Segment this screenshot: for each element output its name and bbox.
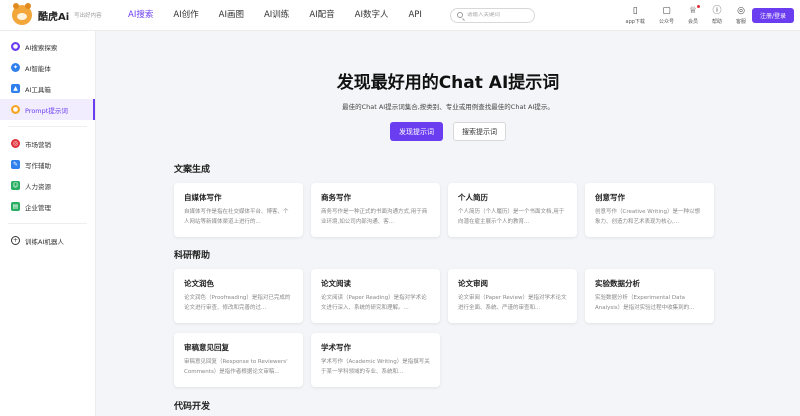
top-navbar: 酷虎Ai 写出好内容 AI搜索 AI创作 AI画图 AI训练 AI配音 AI数字… (0, 0, 800, 31)
pen-icon: ✎ (11, 160, 20, 169)
plus-circle-icon: + (11, 236, 20, 245)
sidebar-item-enterprise[interactable]: ▤ 企业管理 (0, 196, 95, 217)
section-title-research: 科研帮助 (174, 251, 211, 261)
main-content: 发现最好用的Chat AI提示词 最佳的Chat AI提示词集合,按类别、专业或… (96, 31, 800, 416)
sidebar-item-train-bot[interactable]: + 训练AI机器人 (0, 230, 95, 251)
target-icon: ◎ (11, 139, 20, 148)
prompt-card[interactable]: 个人简历 个人简历（个人履历）是一个书面文档,用于向潜在雇主展示个人的教育... (448, 183, 577, 237)
prompt-icon: ● (11, 105, 20, 114)
discover-prompts-button[interactable]: 发现提示词 (390, 122, 443, 141)
wechat-icon: ▢ (662, 6, 671, 16)
hero-buttons: 发现提示词 搜索提示词 (96, 122, 800, 141)
nav-api[interactable]: API (398, 0, 431, 31)
app-download-button[interactable]: ▯ app下载 (626, 6, 645, 25)
official-account-button[interactable]: ▢ 公众号 (659, 6, 674, 25)
brand-name: 酷虎Ai (38, 11, 70, 23)
sidebar-item-hr[interactable]: ☺ 人力资源 (0, 175, 95, 196)
prompt-card[interactable]: 学术写作 学术写作（Academic Writing）是指撰写关于某一学科领域的… (311, 333, 440, 387)
register-login-button[interactable]: 注册/登录 (752, 8, 794, 23)
nav-ai-avatar[interactable]: AI数字人 (345, 0, 399, 31)
membership-button[interactable]: ♕ 会员 (688, 5, 700, 25)
compass-icon: ● (11, 42, 20, 51)
page-title: 发现最好用的Chat AI提示词 (336, 73, 560, 93)
header-tools: ▯ app下载 ▢ 公众号 ♕ 会员 ⓘ 帮助 ◎ 客服 (612, 0, 746, 31)
prompt-card[interactable]: 论文润色 论文润色（Proofreading）是指对已完成的论文进行审查、修改和… (174, 269, 303, 323)
customer-service-button[interactable]: ◎ 客服 (736, 6, 746, 25)
search-input[interactable] (466, 12, 532, 18)
phone-icon: ▯ (632, 6, 638, 16)
people-icon: ☺ (11, 181, 20, 190)
nav-ai-voice[interactable]: AI配音 (299, 0, 344, 31)
help-button[interactable]: ⓘ 帮助 (712, 6, 722, 25)
prompt-card[interactable]: 创意写作 创意写作（Creative Writing）是一种以想象力、创造力和艺… (585, 183, 714, 237)
main-nav: AI搜索 AI创作 AI画图 AI训练 AI配音 AI数字人 API (118, 0, 432, 31)
prompt-card[interactable]: 商务写作 商务写作是一种正式的书面沟通方式,用于商业环境,如公司内部沟通、客..… (311, 183, 440, 237)
building-icon: ▤ (11, 202, 20, 211)
sidebar-divider (8, 223, 87, 224)
prompt-card[interactable]: 审稿意见回复 审稿意见回复（Response to Reviewers' Com… (174, 333, 303, 387)
agent-icon: ✦ (11, 63, 20, 72)
search-prompts-button[interactable]: 搜索提示词 (453, 122, 506, 141)
search-box[interactable] (449, 7, 535, 23)
sidebar: ● AI搜索探索 ✦ AI智能体 ▲ AI工具箱 ● Prompt提示词 ◎ 市… (0, 31, 96, 416)
nav-ai-create[interactable]: AI创作 (163, 0, 208, 31)
prompt-card[interactable]: 实验数据分析 实验数据分析（Experimental Data Analysis… (585, 269, 714, 323)
sidebar-item-ai-agent[interactable]: ✦ AI智能体 (0, 57, 95, 78)
nav-ai-train[interactable]: AI训练 (254, 0, 299, 31)
sidebar-item-marketing[interactable]: ◎ 市场营销 (0, 133, 95, 154)
page-subtitle: 最佳的Chat AI提示词集合,按类别、专业或用例查找最佳的Chat AI提示。 (342, 103, 554, 111)
tiger-mascot-icon (12, 3, 32, 25)
prompt-card[interactable]: 论文阅读 论文阅读（Paper Reading）是指对学术论文进行深入、系统的研… (311, 269, 440, 323)
section-title-copywriting: 文案生成 (174, 165, 211, 175)
notification-dot (696, 5, 700, 8)
search-icon (456, 12, 463, 18)
sidebar-item-writing-assist[interactable]: ✎ 写作辅助 (0, 154, 95, 175)
nav-ai-draw[interactable]: AI画图 (209, 0, 254, 31)
prompt-card[interactable]: 论文审阅 论文审阅（Paper Review）是指对学术论文进行全面、系统、严谨… (448, 269, 577, 323)
sidebar-item-ai-toolbox[interactable]: ▲ AI工具箱 (0, 78, 95, 99)
sidebar-item-ai-search-explore[interactable]: ● AI搜索探索 (0, 36, 95, 57)
headset-icon: ◎ (737, 6, 745, 16)
brand-tagline: 写出好内容 (74, 13, 102, 19)
sidebar-item-prompt[interactable]: ● Prompt提示词 (0, 99, 95, 120)
crown-icon: ♕ (688, 6, 697, 16)
help-icon: ⓘ (712, 6, 722, 16)
sidebar-divider (8, 126, 87, 127)
nav-ai-search[interactable]: AI搜索 (118, 0, 163, 31)
prompt-card[interactable]: 自媒体写作 自媒体写作是指在社交媒体平台、博客、个人网站等新媒体渠道上进行的..… (174, 183, 303, 237)
toolbox-icon: ▲ (11, 84, 20, 93)
logo[interactable]: 酷虎Ai 写出好内容 (0, 3, 114, 25)
section-title-code-dev: 代码开发 (174, 402, 211, 412)
